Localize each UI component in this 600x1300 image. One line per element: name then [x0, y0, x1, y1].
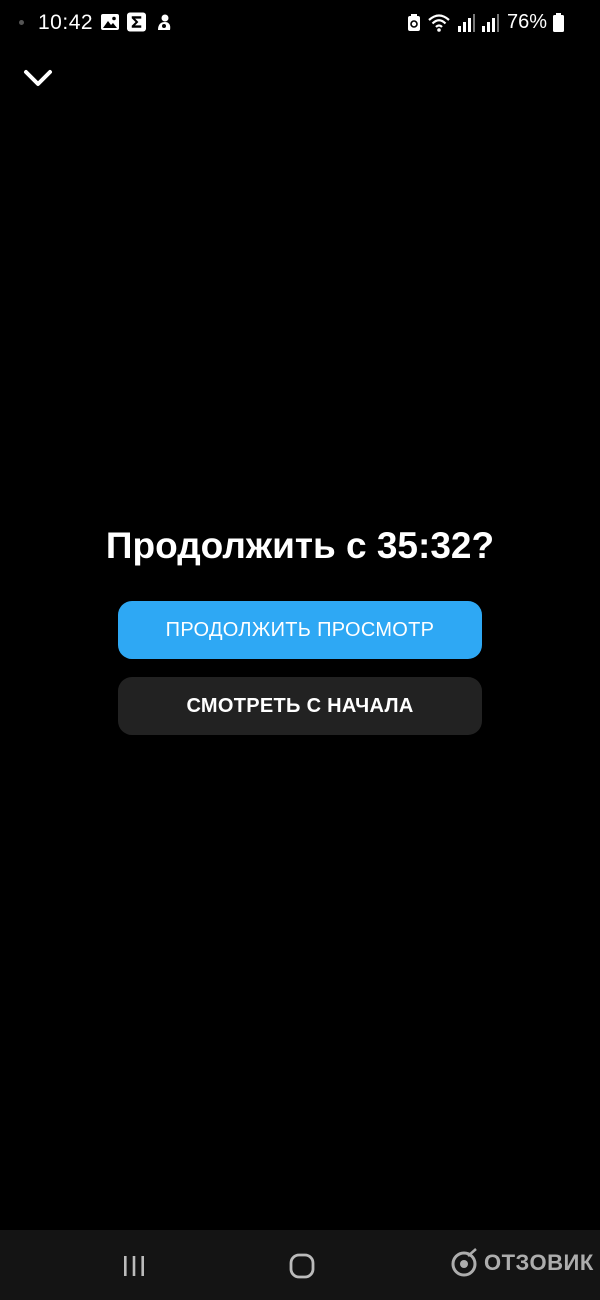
- gallery-icon: [100, 12, 119, 31]
- resume-title: Продолжить с 35:32?: [105, 525, 495, 566]
- navigation-bar: ОТЗОВИК: [0, 1230, 600, 1300]
- watermark-text: ОТЗОВИК: [484, 1250, 594, 1275]
- home-icon: [289, 1253, 315, 1279]
- signal-icon: [457, 13, 475, 33]
- recents-button[interactable]: [118, 1250, 150, 1282]
- status-time: 10:42: [38, 11, 94, 34]
- recycle-icon: [407, 13, 421, 33]
- watch-from-start-label: СМОТРЕТЬ С НАЧАЛА: [186, 694, 414, 717]
- sigma-icon: [127, 12, 146, 31]
- chevron-down-icon: [24, 70, 52, 86]
- signal-icon: [481, 13, 499, 33]
- recents-icon: [124, 1256, 144, 1276]
- status-dot: [19, 20, 24, 25]
- system-icons: 76%: [407, 11, 564, 34]
- status-bar: 10:42 76%: [0, 0, 600, 48]
- collapse-button[interactable]: [20, 62, 56, 94]
- watch-from-start-button[interactable]: СМОТРЕТЬ С НАЧАЛА: [118, 677, 482, 735]
- watermark-logo-icon: [451, 1248, 477, 1277]
- wifi-icon: [427, 13, 451, 33]
- app-icon: [154, 12, 173, 31]
- watermark: ОТЗОВИК: [450, 1248, 594, 1278]
- notification-icons: [100, 12, 173, 31]
- home-button[interactable]: [286, 1250, 318, 1282]
- continue-watching-button[interactable]: ПРОДОЛЖИТЬ ПРОСМОТР: [118, 601, 482, 659]
- battery-icon: [553, 13, 564, 33]
- continue-watching-label: ПРОДОЛЖИТЬ ПРОСМОТР: [165, 618, 435, 641]
- battery-percent: 76%: [506, 11, 547, 33]
